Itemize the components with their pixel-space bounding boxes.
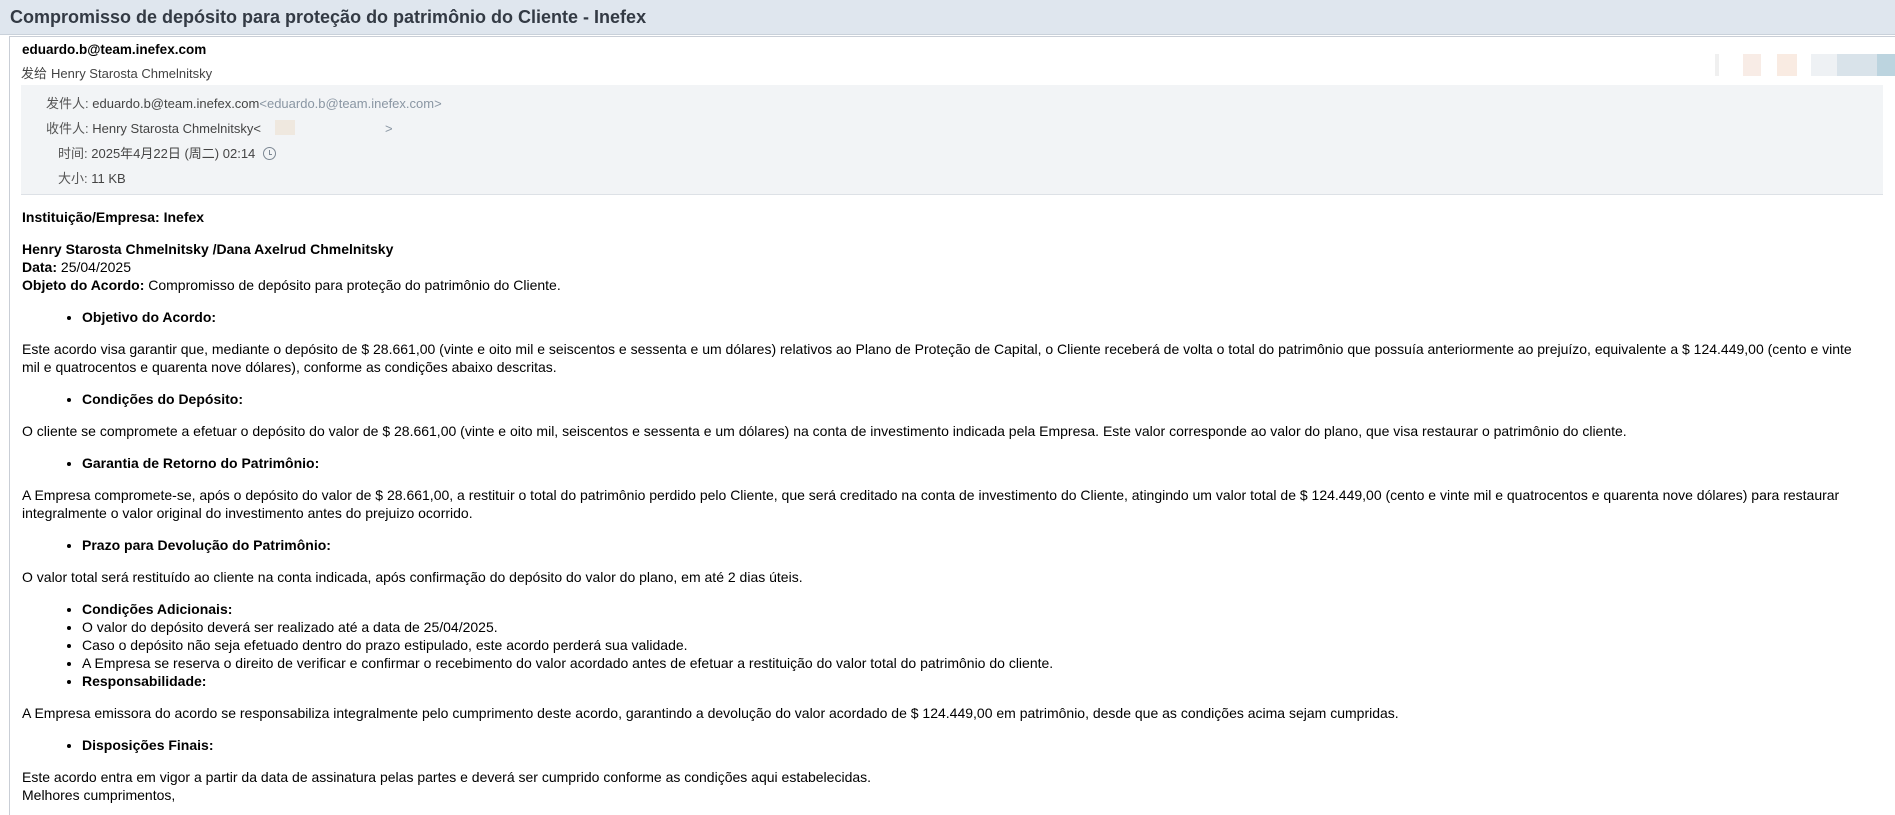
meta-from-label: 发件人: <box>46 96 89 111</box>
meta-to-label: 收件人: <box>46 121 89 136</box>
meta-time-label: 时间: <box>58 146 88 161</box>
meta-to-close: > <box>384 121 393 136</box>
section-heading: Garantia de Retorno do Patrimônio: <box>82 454 1872 472</box>
meta-to-row: 收件人: Henry Starosta Chmelnitsky< > <box>46 118 393 137</box>
closing-line: Melhores cumprimentos, <box>22 787 176 803</box>
meta-size-value: 11 KB <box>91 171 126 186</box>
section-text: Este acordo visa garantir que, mediante … <box>22 341 1852 375</box>
section-text: Este acordo entra em vigor a partir da d… <box>22 769 872 785</box>
parties-line: Henry Starosta Chmelnitsky /Dana Axelrud… <box>22 241 394 257</box>
section-heading: Objetivo do Acordo: <box>82 308 1872 326</box>
meta-time-value: 2025年4月22日 (周二) 02:14 <box>91 146 256 161</box>
send-to-line: 发给 Henry Starosta Chmelnitsky <box>21 63 212 82</box>
section-heading: Prazo para Devolução do Patrimônio: <box>82 536 1872 554</box>
list-item: O valor do depósito deverá ser realizado… <box>82 618 1872 636</box>
mail-meta-panel: 发件人: eduardo.b@team.inefex.com<eduardo.b… <box>21 85 1883 195</box>
list-item: Caso o depósito não seja efetuado dentro… <box>82 636 1872 654</box>
redacted-image-strip <box>1715 54 1895 76</box>
institution-line: Instituição/Empresa: Inefex <box>22 209 205 225</box>
meta-time-row: 时间: 2025年4月22日 (周二) 02:14 <box>58 143 277 162</box>
meta-from-value[interactable]: eduardo.b@team.inefex.com <box>92 96 259 111</box>
clock-icon[interactable] <box>263 147 277 160</box>
object-line: Objeto do Acordo: Compromisso de depósit… <box>22 277 561 293</box>
date-line: Data: 25/04/2025 <box>22 259 131 275</box>
meta-size-row: 大小: 11 KB <box>58 168 126 187</box>
window-title: Compromisso de depósito para proteção do… <box>10 7 647 27</box>
section-heading: Responsabilidade: <box>82 672 1872 690</box>
section-text: O valor total será restituído ao cliente… <box>22 569 803 585</box>
mail-reader: eduardo.b@team.inefex.com 发给 Henry Staros… <box>9 36 1895 815</box>
meta-from-address: <eduardo.b@team.inefex.com> <box>259 96 442 111</box>
section-text: A Empresa emissora do acordo se responsa… <box>22 705 1399 721</box>
section-text: O cliente se compromete a efetuar o depó… <box>22 423 1627 439</box>
section-heading: Condições do Depósito: <box>82 390 1872 408</box>
list-item: A Empresa se reserva o direito de verifi… <box>82 654 1872 672</box>
section-heading: Condições Adicionais: <box>82 600 1872 618</box>
meta-from-row: 发件人: eduardo.b@team.inefex.com<eduardo.b… <box>46 93 442 112</box>
sender-name[interactable]: eduardo.b@team.inefex.com <box>22 42 206 57</box>
send-to-recipient[interactable]: Henry Starosta Chmelnitsky <box>51 66 212 81</box>
section-heading: Disposições Finais: <box>82 736 1872 754</box>
send-to-prefix: 发给 <box>21 66 48 81</box>
meta-to-value[interactable]: Henry Starosta Chmelnitsky< <box>92 121 261 136</box>
mail-body: Instituição/Empresa: Inefex Henry Staros… <box>22 208 1872 804</box>
window-titlebar: Compromisso de depósito para proteção do… <box>0 0 1895 35</box>
section-text: A Empresa compromete-se, após o depósito… <box>22 487 1840 521</box>
meta-size-label: 大小: <box>58 171 88 186</box>
redacted-address <box>274 120 295 135</box>
